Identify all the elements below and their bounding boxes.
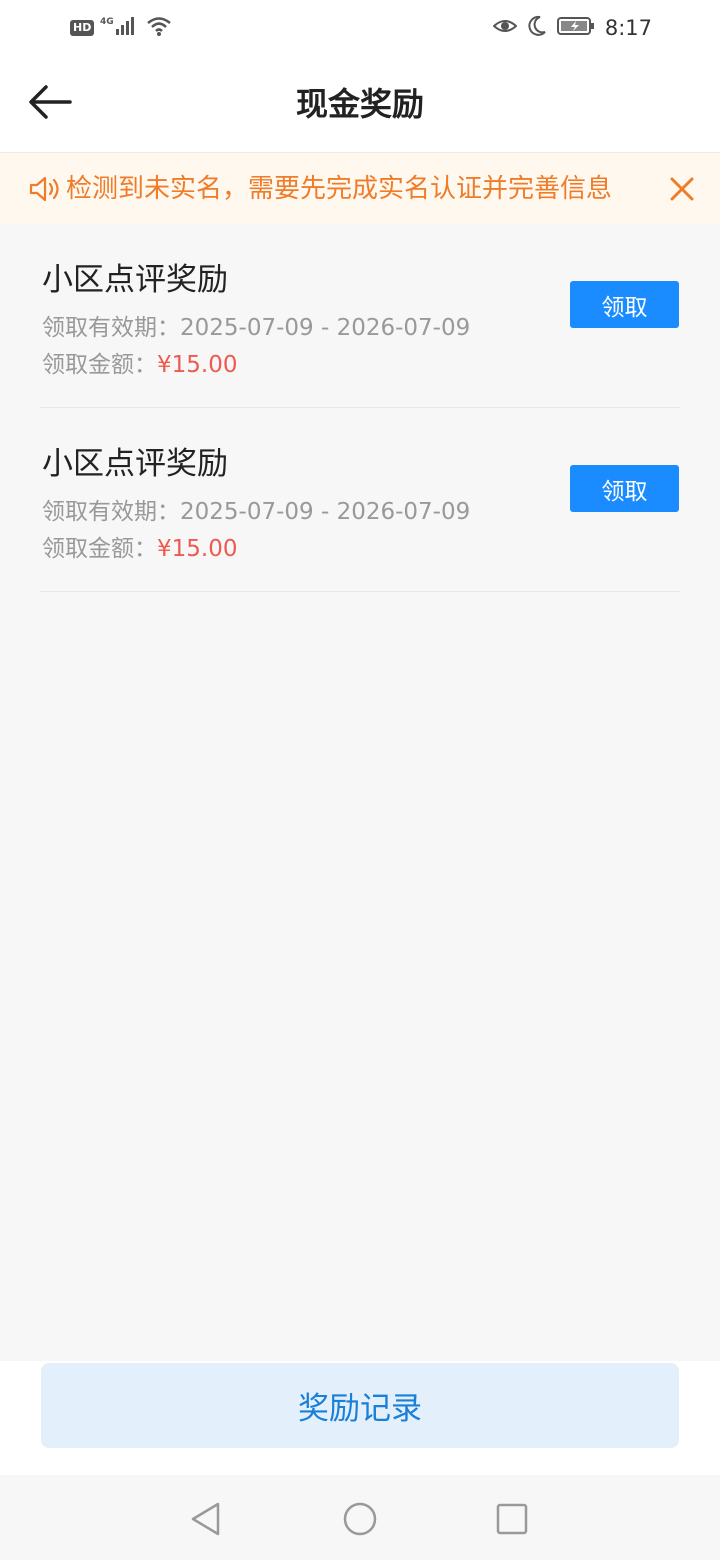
- reward-amount: 领取金额：¥15.00: [42, 529, 237, 563]
- amount-label: 领取金额：: [42, 536, 157, 562]
- amount-value: ¥15.00: [157, 352, 238, 378]
- status-bar: HD 4G 8:17: [0, 0, 720, 56]
- bottom-bar: 奖励记录: [0, 1361, 720, 1475]
- eye-icon: [492, 16, 518, 40]
- nav-back-icon[interactable]: [186, 1499, 226, 1539]
- amount-label: 领取金额：: [42, 352, 157, 378]
- notice-banner: 检测到未实名，需要先完成实名认证并完善信息: [0, 152, 720, 225]
- nav-home-icon[interactable]: [340, 1499, 380, 1539]
- period-value: 2025-07-09 - 2026-07-09: [180, 499, 471, 525]
- arrow-left-icon: [28, 84, 72, 124]
- reward-record-button[interactable]: 奖励记录: [41, 1363, 679, 1448]
- period-label: 领取有效期：: [42, 499, 180, 525]
- header: 现金奖励: [0, 56, 720, 152]
- notice-text: 检测到未实名，需要先完成实名认证并完善信息: [66, 174, 613, 204]
- page-title: 现金奖励: [295, 85, 424, 123]
- status-time: 8:17: [604, 16, 652, 40]
- close-icon[interactable]: [664, 171, 700, 207]
- reward-title: 小区点评奖励: [42, 262, 228, 298]
- period-label: 领取有效期：: [42, 315, 180, 341]
- nav-recents-icon[interactable]: [492, 1499, 532, 1539]
- status-right: 8:17: [492, 14, 652, 42]
- reward-card: 小区点评奖励 领取有效期：2025-07-09 - 2026-07-09 领取金…: [40, 224, 680, 408]
- network-type-label: 4G: [100, 17, 114, 27]
- reward-title: 小区点评奖励: [42, 446, 228, 482]
- claim-button[interactable]: 领取: [570, 281, 679, 328]
- battery-icon: [556, 16, 595, 40]
- reward-card: 小区点评奖励 领取有效期：2025-07-09 - 2026-07-09 领取金…: [40, 408, 680, 592]
- system-nav-bar: [0, 1475, 720, 1560]
- claim-button[interactable]: 领取: [570, 465, 679, 512]
- hd-badge: HD: [70, 20, 95, 36]
- amount-value: ¥15.00: [157, 536, 238, 562]
- wifi-icon: [146, 15, 172, 41]
- reward-amount: 领取金额：¥15.00: [42, 345, 237, 379]
- status-left: HD 4G: [70, 14, 172, 42]
- speaker-icon: [28, 175, 62, 203]
- back-button[interactable]: [24, 80, 76, 128]
- signal-icon: 4G: [100, 15, 140, 41]
- reward-period: 领取有效期：2025-07-09 - 2026-07-09: [42, 308, 470, 342]
- reward-list: 小区点评奖励 领取有效期：2025-07-09 - 2026-07-09 领取金…: [40, 224, 680, 592]
- reward-period: 领取有效期：2025-07-09 - 2026-07-09: [42, 492, 470, 526]
- period-value: 2025-07-09 - 2026-07-09: [180, 315, 471, 341]
- moon-icon: [527, 15, 547, 41]
